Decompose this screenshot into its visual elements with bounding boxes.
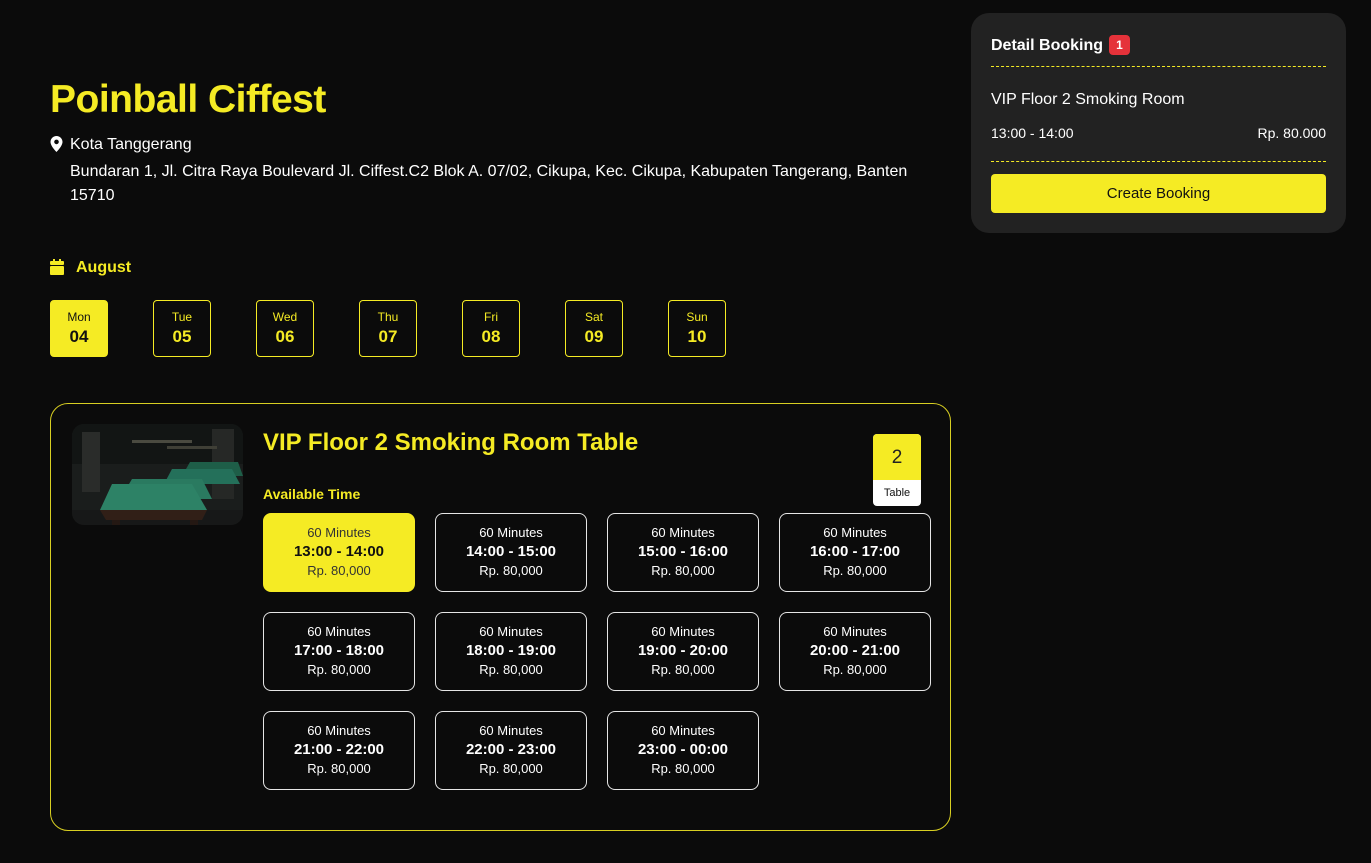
time-slot[interactable]: 60 Minutes 16:00 - 17:00 Rp. 80,000 — [779, 513, 931, 592]
slot-time: 20:00 - 21:00 — [809, 642, 901, 659]
day-tue[interactable]: Tue 05 — [153, 300, 211, 357]
slot-price: Rp. 80,000 — [307, 662, 371, 677]
slot-time: 22:00 - 23:00 — [465, 741, 557, 758]
day-fri[interactable]: Fri 08 — [462, 300, 520, 357]
calendar-icon — [50, 259, 64, 275]
day-number: 07 — [378, 327, 398, 346]
detail-booking-panel: Detail Booking 1 VIP Floor 2 Smoking Roo… — [971, 13, 1346, 233]
available-time-label: Available Time — [263, 486, 361, 502]
time-slot[interactable]: 60 Minutes 15:00 - 16:00 Rp. 80,000 — [607, 513, 759, 592]
slot-duration: 60 Minutes — [479, 624, 543, 639]
day-thu[interactable]: Thu 07 — [359, 300, 417, 357]
slot-price: Rp. 80,000 — [307, 563, 371, 578]
day-number: 05 — [172, 327, 192, 346]
room-card: VIP Floor 2 Smoking Room Table Available… — [50, 403, 951, 831]
day-name: Wed — [272, 310, 298, 324]
detail-booking-title: Detail Booking — [991, 37, 1104, 54]
slot-time: 14:00 - 15:00 — [465, 543, 557, 560]
day-number: 08 — [481, 327, 501, 346]
slot-duration: 60 Minutes — [823, 525, 887, 540]
time-slot[interactable]: 60 Minutes 20:00 - 21:00 Rp. 80,000 — [779, 612, 931, 691]
slot-duration: 60 Minutes — [823, 624, 887, 639]
venue-title: Poinball Ciffest — [50, 78, 326, 121]
slot-price: Rp. 80,000 — [307, 761, 371, 776]
slot-time: 18:00 - 19:00 — [465, 642, 557, 659]
slot-price: Rp. 80,000 — [823, 563, 887, 578]
create-booking-button[interactable]: Create Booking — [991, 174, 1326, 213]
day-name: Fri — [484, 310, 498, 324]
time-slot[interactable]: 60 Minutes 22:00 - 23:00 Rp. 80,000 — [435, 711, 587, 790]
slot-price: Rp. 80,000 — [823, 662, 887, 677]
table-unit-label: Table — [883, 487, 911, 499]
day-mon[interactable]: Mon 04 — [50, 300, 108, 357]
map-pin-icon — [50, 136, 63, 152]
slot-duration: 60 Minutes — [479, 525, 543, 540]
slot-duration: 60 Minutes — [307, 723, 371, 738]
slot-price: Rp. 80,000 — [651, 761, 715, 776]
room-photo — [72, 424, 243, 525]
time-slot[interactable]: 60 Minutes 21:00 - 22:00 Rp. 80,000 — [263, 711, 415, 790]
slot-time: 21:00 - 22:00 — [293, 741, 385, 758]
slot-price: Rp. 80,000 — [479, 761, 543, 776]
day-name: Thu — [377, 310, 399, 324]
slot-duration: 60 Minutes — [479, 723, 543, 738]
day-name: Sun — [686, 310, 708, 324]
day-sat[interactable]: Sat 09 — [565, 300, 623, 357]
slot-time: 13:00 - 14:00 — [293, 543, 385, 560]
time-slot[interactable]: 60 Minutes 13:00 - 14:00 Rp. 80,000 — [263, 513, 415, 592]
booking-item-name: VIP Floor 2 Smoking Room — [991, 91, 1185, 108]
day-number: 06 — [275, 327, 295, 346]
month-label: August — [76, 259, 132, 276]
time-slot[interactable]: 60 Minutes 17:00 - 18:00 Rp. 80,000 — [263, 612, 415, 691]
slot-duration: 60 Minutes — [651, 723, 715, 738]
table-count: 2 — [873, 434, 921, 480]
slot-duration: 60 Minutes — [307, 525, 371, 540]
slot-duration: 60 Minutes — [307, 624, 371, 639]
day-sun[interactable]: Sun 10 — [668, 300, 726, 357]
slot-duration: 60 Minutes — [651, 525, 715, 540]
slot-price: Rp. 80,000 — [479, 662, 543, 677]
slot-time: 23:00 - 00:00 — [637, 741, 729, 758]
divider — [991, 66, 1326, 67]
day-number: 04 — [69, 327, 89, 346]
venue-address: Bundaran 1, Jl. Citra Raya Boulevard Jl.… — [70, 163, 908, 204]
room-title: VIP Floor 2 Smoking Room Table — [263, 429, 639, 456]
slot-time: 15:00 - 16:00 — [637, 543, 729, 560]
booking-item-price: Rp. 80.000 — [1257, 125, 1327, 141]
time-slot[interactable]: 60 Minutes 18:00 - 19:00 Rp. 80,000 — [435, 612, 587, 691]
table-count-badge: 2 Table — [873, 434, 921, 506]
venue-city: Kota Tanggerang — [70, 136, 192, 153]
time-slot[interactable]: 60 Minutes 23:00 - 00:00 Rp. 80,000 — [607, 711, 759, 790]
booking-count-badge: 1 — [1109, 35, 1130, 55]
slot-time: 19:00 - 20:00 — [637, 642, 729, 659]
booking-item-time: 13:00 - 14:00 — [991, 125, 1074, 141]
day-name: Sat — [584, 310, 603, 324]
day-name: Mon — [67, 310, 91, 324]
slot-time: 17:00 - 18:00 — [293, 642, 385, 659]
time-slot[interactable]: 60 Minutes 19:00 - 20:00 Rp. 80,000 — [607, 612, 759, 691]
slot-price: Rp. 80,000 — [651, 563, 715, 578]
slot-time: 16:00 - 17:00 — [809, 543, 901, 560]
divider — [991, 161, 1326, 162]
day-number: 10 — [687, 327, 707, 346]
day-name: Tue — [171, 310, 193, 324]
time-slot[interactable]: 60 Minutes 14:00 - 15:00 Rp. 80,000 — [435, 513, 587, 592]
slot-price: Rp. 80,000 — [651, 662, 715, 677]
slot-duration: 60 Minutes — [651, 624, 715, 639]
slot-price: Rp. 80,000 — [479, 563, 543, 578]
day-number: 09 — [584, 327, 604, 346]
day-wed[interactable]: Wed 06 — [256, 300, 314, 357]
